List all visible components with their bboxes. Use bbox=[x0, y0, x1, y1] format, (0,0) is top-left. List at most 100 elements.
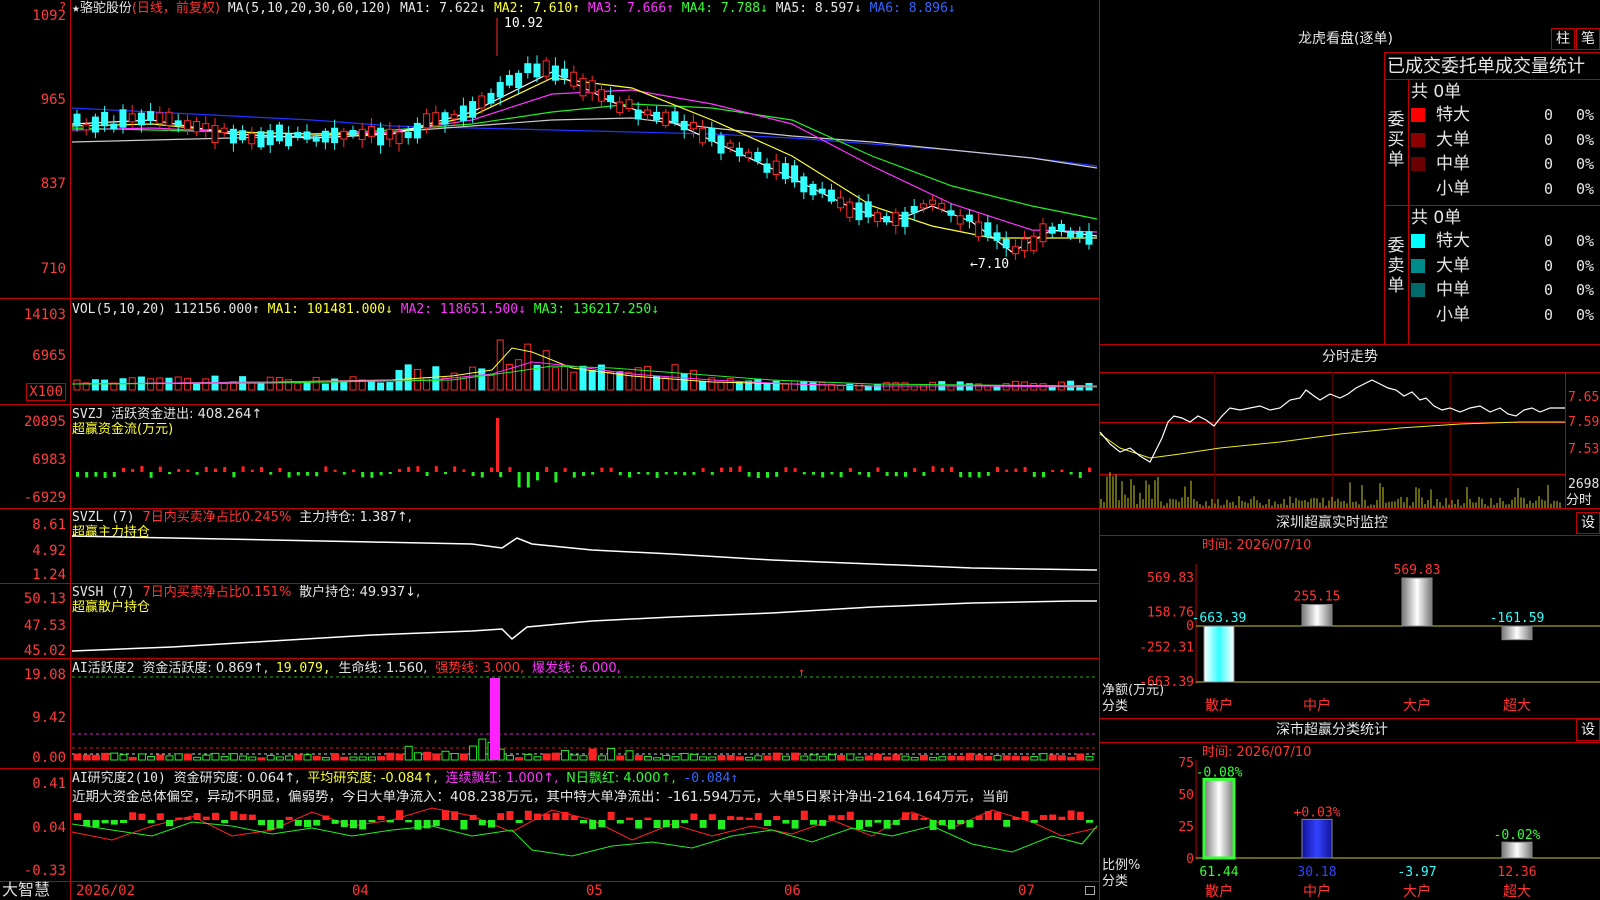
activity-bar bbox=[781, 755, 790, 761]
research-bar bbox=[892, 820, 900, 825]
activity-bar bbox=[993, 755, 1002, 761]
svzl-tick: 1.24 bbox=[32, 567, 66, 583]
candle bbox=[331, 127, 339, 144]
monitor-bar bbox=[1501, 625, 1533, 641]
classify-y-tick: 0 bbox=[1186, 852, 1194, 867]
question-icon[interactable]: ? bbox=[59, 0, 66, 14]
candle bbox=[818, 188, 826, 194]
research-bar bbox=[285, 816, 293, 820]
activity-bar bbox=[220, 756, 229, 761]
svzj-chart[interactable] bbox=[72, 418, 1097, 508]
volume-bar bbox=[423, 377, 431, 391]
activity-bar bbox=[726, 754, 735, 761]
money-flow-bar bbox=[600, 467, 604, 472]
volume-chart[interactable] bbox=[71, 318, 1098, 398]
tick-mode-button[interactable]: 笔 bbox=[1576, 28, 1600, 50]
candle bbox=[303, 131, 311, 140]
ai2-tick: 19.08 bbox=[23, 667, 66, 683]
candle bbox=[809, 183, 817, 196]
money-flow-bar bbox=[766, 472, 769, 478]
money-flow-bar bbox=[1078, 472, 1082, 478]
star-icon[interactable]: ★ bbox=[72, 1, 80, 16]
classify-value-label: 30.18 bbox=[1297, 865, 1336, 880]
svsh-chart[interactable] bbox=[71, 583, 1097, 658]
classify-bar-chart[interactable]: 75 50 25 0 -0.08% 61.44 散户 +0.03% 30.18 中户 -3.97 大户… bbox=[1100, 756, 1600, 900]
activity-bar bbox=[837, 754, 846, 761]
chart-mode[interactable]: (日线，前复权) bbox=[132, 1, 220, 16]
main-chart-area[interactable]: 1092 965 837 710 ? ★骆驼股份(日线，前复权) MA(5,10… bbox=[0, 0, 1100, 900]
activity-bar bbox=[1011, 755, 1020, 761]
money-flow-bar bbox=[683, 472, 687, 476]
candle bbox=[965, 214, 973, 222]
money-flow-bar bbox=[480, 472, 484, 478]
activity-bar bbox=[570, 754, 579, 761]
money-flow-bar bbox=[720, 467, 723, 472]
activity-bar bbox=[919, 754, 928, 761]
stock-name[interactable]: 骆驼股份 bbox=[80, 1, 132, 16]
order-count: 0 bbox=[1544, 232, 1554, 250]
volume-bar bbox=[119, 378, 127, 391]
candle bbox=[211, 125, 219, 144]
money-flow-bar bbox=[195, 472, 199, 475]
activity-bar bbox=[671, 756, 680, 761]
research-bar bbox=[874, 820, 882, 823]
volume-bar bbox=[312, 376, 320, 391]
candlestick-chart[interactable]: 10.92 ←7.10 bbox=[71, 16, 1098, 296]
high-price-mark: 10.92 bbox=[504, 16, 543, 31]
activity-bar bbox=[137, 753, 146, 761]
intraday-title: 分时走势 bbox=[1322, 349, 1378, 365]
volume-bar bbox=[864, 385, 872, 391]
money-flow-bar bbox=[977, 472, 981, 478]
bar-mode-button[interactable]: 柱 bbox=[1551, 28, 1575, 50]
candle bbox=[579, 77, 587, 97]
research-bar bbox=[129, 812, 137, 820]
research-bar bbox=[819, 820, 827, 826]
lock-icon[interactable] bbox=[1085, 886, 1095, 895]
research-chart[interactable] bbox=[71, 806, 1098, 881]
research-bar bbox=[975, 815, 983, 820]
activity-bar bbox=[441, 750, 450, 761]
order-color-swatch bbox=[1411, 234, 1425, 248]
candle bbox=[404, 132, 412, 139]
ma1-value: MA1: 7.622↓ bbox=[400, 1, 487, 16]
activity-bar bbox=[91, 754, 100, 761]
activity-bar bbox=[791, 752, 800, 761]
order-color-swatch bbox=[1411, 108, 1425, 122]
candle bbox=[1057, 223, 1065, 232]
money-flow-bar bbox=[950, 466, 953, 472]
money-flow-bar bbox=[986, 472, 990, 476]
volume-bar bbox=[91, 379, 99, 391]
money-flow-bar bbox=[563, 467, 567, 472]
money-flow-bar bbox=[186, 469, 190, 472]
candle bbox=[533, 63, 541, 78]
activity-bar bbox=[469, 745, 478, 761]
candle bbox=[846, 201, 854, 218]
classify-title: 深市超赢分类统计 bbox=[1276, 722, 1388, 738]
monitor-settings-button[interactable]: 设 bbox=[1576, 512, 1600, 534]
candle bbox=[505, 74, 513, 86]
svzl-chart[interactable] bbox=[71, 508, 1098, 583]
volume-bar bbox=[717, 381, 725, 391]
candle bbox=[239, 130, 247, 141]
order-color-swatch bbox=[1411, 181, 1425, 196]
brand-label[interactable]: 大智慧 bbox=[2, 882, 50, 898]
money-flow-bar bbox=[1023, 467, 1027, 472]
research-bar bbox=[644, 817, 652, 820]
activity-bar bbox=[625, 750, 634, 761]
money-flow-bar bbox=[968, 472, 972, 478]
research-nred: N日飘红: 4.000↑, bbox=[566, 771, 676, 786]
activity-bar bbox=[119, 754, 128, 761]
candle bbox=[1085, 231, 1093, 245]
monitor-value-label: -663.39 bbox=[1192, 611, 1247, 626]
svzl-tick: 8.61 bbox=[32, 517, 66, 533]
activity-bar bbox=[404, 745, 413, 761]
research-bar bbox=[810, 820, 817, 825]
money-flow-bar bbox=[526, 472, 530, 488]
candle bbox=[423, 113, 431, 129]
monitor-bar-chart[interactable]: 569.83158.760-252.31-663.39-663.39散户255.… bbox=[1100, 552, 1600, 720]
intraday-chart[interactable] bbox=[1099, 372, 1565, 508]
ai2-chart[interactable]: ↑ bbox=[72, 665, 1097, 763]
classify-settings-button[interactable]: 设 bbox=[1576, 719, 1600, 741]
activity-bar bbox=[800, 755, 809, 761]
candle bbox=[1030, 235, 1038, 252]
